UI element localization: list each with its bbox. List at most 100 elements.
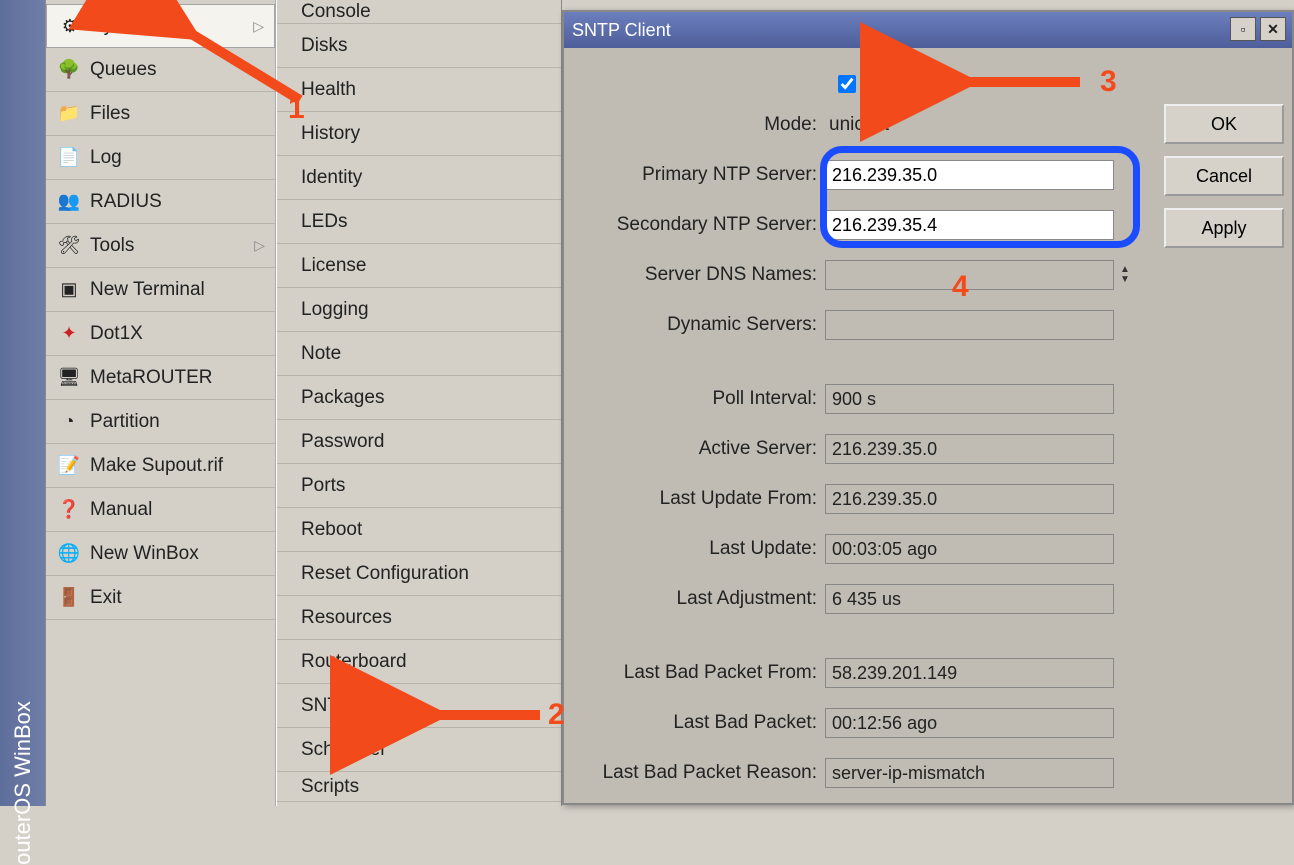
submenu-item-resources[interactable]: Resources	[277, 596, 561, 640]
submenu-item-password[interactable]: Password	[277, 420, 561, 464]
submenu-item-disks[interactable]: Disks	[277, 24, 561, 68]
submenu-label: Logging	[301, 299, 369, 321]
sidebar-item-metarouter[interactable]: 🖥 MetaROUTER	[46, 356, 275, 400]
active-server-label: Active Server:	[570, 438, 825, 460]
last-update-label: Last Update:	[570, 538, 825, 560]
mode-label: Mode:	[570, 114, 825, 136]
submenu-item-routerboard[interactable]: Routerboard	[277, 640, 561, 684]
submenu-label: Identity	[301, 167, 362, 189]
poll-interval-value: 900 s	[825, 384, 1114, 414]
submenu-item-history[interactable]: History	[277, 112, 561, 156]
exit-icon: 🚪	[56, 585, 82, 611]
enabled-checkbox[interactable]	[838, 75, 856, 93]
submenu-item-scheduler[interactable]: Scheduler	[277, 728, 561, 772]
sidebar-item-new-winbox[interactable]: 🌐 New WinBox	[46, 532, 275, 576]
window-minimize-button[interactable]: ▫	[1230, 17, 1256, 41]
last-update-from-value: 216.239.35.0	[825, 484, 1114, 514]
sidebar-item-label: Files	[90, 103, 130, 125]
window-close-button[interactable]: ✕	[1260, 17, 1286, 41]
apply-button[interactable]: Apply	[1164, 208, 1284, 248]
submenu-label: LEDs	[301, 211, 347, 233]
sidebar-item-make-supout[interactable]: 📝 Make Supout.rif	[46, 444, 275, 488]
sidebar-item-radius[interactable]: 👥 RADIUS	[46, 180, 275, 224]
submenu-item-reset-config[interactable]: Reset Configuration	[277, 552, 561, 596]
dynamic-servers-label: Dynamic Servers:	[570, 314, 825, 336]
bad-packet-label: Last Bad Packet:	[570, 712, 825, 734]
secondary-ntp-input[interactable]	[825, 210, 1114, 240]
cancel-button[interactable]: Cancel	[1164, 156, 1284, 196]
chevron-right-icon: ▷	[253, 18, 264, 35]
document-icon: 📄	[56, 145, 82, 171]
submenu-item-reboot[interactable]: Reboot	[277, 508, 561, 552]
folder-icon: 📁	[56, 101, 82, 127]
submenu-item-leds[interactable]: LEDs	[277, 200, 561, 244]
updown-icon[interactable]: ▲▼	[1120, 265, 1130, 285]
last-update-from-label: Last Update From:	[570, 488, 825, 510]
submenu-item-packages[interactable]: Packages	[277, 376, 561, 420]
mode-value: unicast	[825, 114, 889, 136]
sidebar-item-label: New Terminal	[90, 279, 205, 301]
sidebar-item-files[interactable]: 📁 Files	[46, 92, 275, 136]
sidebar-item-system[interactable]: ⚙ System ▷	[46, 4, 275, 48]
submenu-item-console[interactable]: Console	[277, 0, 561, 24]
sidebar-item-manual[interactable]: ❓ Manual	[46, 488, 275, 532]
help-icon: ❓	[56, 497, 82, 523]
sidebar-item-label: MetaROUTER	[90, 367, 212, 389]
bad-packet-reason-label: Last Bad Packet Reason:	[570, 762, 825, 784]
dns-names-label: Server DNS Names:	[570, 264, 825, 286]
dynamic-servers-field	[825, 310, 1114, 340]
submenu-item-identity[interactable]: Identity	[277, 156, 561, 200]
bad-packet-from-label: Last Bad Packet From:	[570, 662, 825, 684]
partition-icon: ◔	[56, 409, 82, 435]
submenu-label: Routerboard	[301, 651, 407, 673]
sidebar-item-log[interactable]: 📄 Log	[46, 136, 275, 180]
window-title: SNTP Client	[572, 20, 671, 41]
sidebar-item-exit[interactable]: 🚪 Exit	[46, 576, 275, 620]
submenu-item-ports[interactable]: Ports	[277, 464, 561, 508]
submenu-label: History	[301, 123, 360, 145]
secondary-ntp-label: Secondary NTP Server:	[570, 214, 825, 236]
app-vertical-title: outerOS WinBox	[0, 0, 46, 806]
submenu-item-sntp-client[interactable]: SNTP Client	[277, 684, 561, 728]
submenu-item-license[interactable]: License	[277, 244, 561, 288]
submenu-label: Scheduler	[301, 739, 387, 761]
submenu-label: License	[301, 255, 367, 277]
submenu-item-scripts[interactable]: Scripts	[277, 772, 561, 802]
users-icon: 👥	[56, 189, 82, 215]
primary-ntp-input[interactable]	[825, 160, 1114, 190]
sidebar-item-label: System	[91, 15, 154, 37]
enabled-label: Enabled	[862, 73, 932, 95]
primary-ntp-label: Primary NTP Server:	[570, 164, 825, 186]
submenu-item-health[interactable]: Health	[277, 68, 561, 112]
bad-packet-from-value: 58.239.201.149	[825, 658, 1114, 688]
submenu-label: Note	[301, 343, 341, 365]
submenu-label: Password	[301, 431, 384, 453]
submenu-label: Console	[301, 1, 371, 23]
system-submenu: Console Disks Health History Identity LE…	[276, 0, 562, 806]
sidebar-item-label: Tools	[90, 235, 134, 257]
submenu-label: Packages	[301, 387, 384, 409]
last-update-value: 00:03:05 ago	[825, 534, 1114, 564]
router-icon: 🖥	[56, 365, 82, 391]
submenu-item-logging[interactable]: Logging	[277, 288, 561, 332]
active-server-value: 216.239.35.0	[825, 434, 1114, 464]
sidebar-item-new-terminal[interactable]: ▣ New Terminal	[46, 268, 275, 312]
sidebar-item-label: Queues	[90, 59, 157, 81]
window-titlebar[interactable]: SNTP Client ▫ ✕	[564, 12, 1292, 48]
terminal-icon: ▣	[56, 277, 82, 303]
sidebar-item-tools[interactable]: 🛠 Tools ▷	[46, 224, 275, 268]
sidebar-item-label: Dot1X	[90, 323, 143, 345]
submenu-label: Reboot	[301, 519, 362, 541]
globe-icon: 🌐	[56, 541, 82, 567]
sntp-client-window: SNTP Client ▫ ✕ Enabled Mode: unicast Pr…	[562, 10, 1294, 805]
sidebar-item-dot1x[interactable]: ✦ Dot1X	[46, 312, 275, 356]
chevron-right-icon: ▷	[254, 237, 265, 254]
ok-button[interactable]: OK	[1164, 104, 1284, 144]
sidebar-item-partition[interactable]: ◔ Partition	[46, 400, 275, 444]
sidebar-item-label: Exit	[90, 587, 122, 609]
sidebar-item-queues[interactable]: 🌳 Queues	[46, 48, 275, 92]
last-adjustment-value: 6 435 us	[825, 584, 1114, 614]
tree-icon: 🌳	[56, 57, 82, 83]
dns-names-field[interactable]	[825, 260, 1114, 290]
submenu-item-note[interactable]: Note	[277, 332, 561, 376]
